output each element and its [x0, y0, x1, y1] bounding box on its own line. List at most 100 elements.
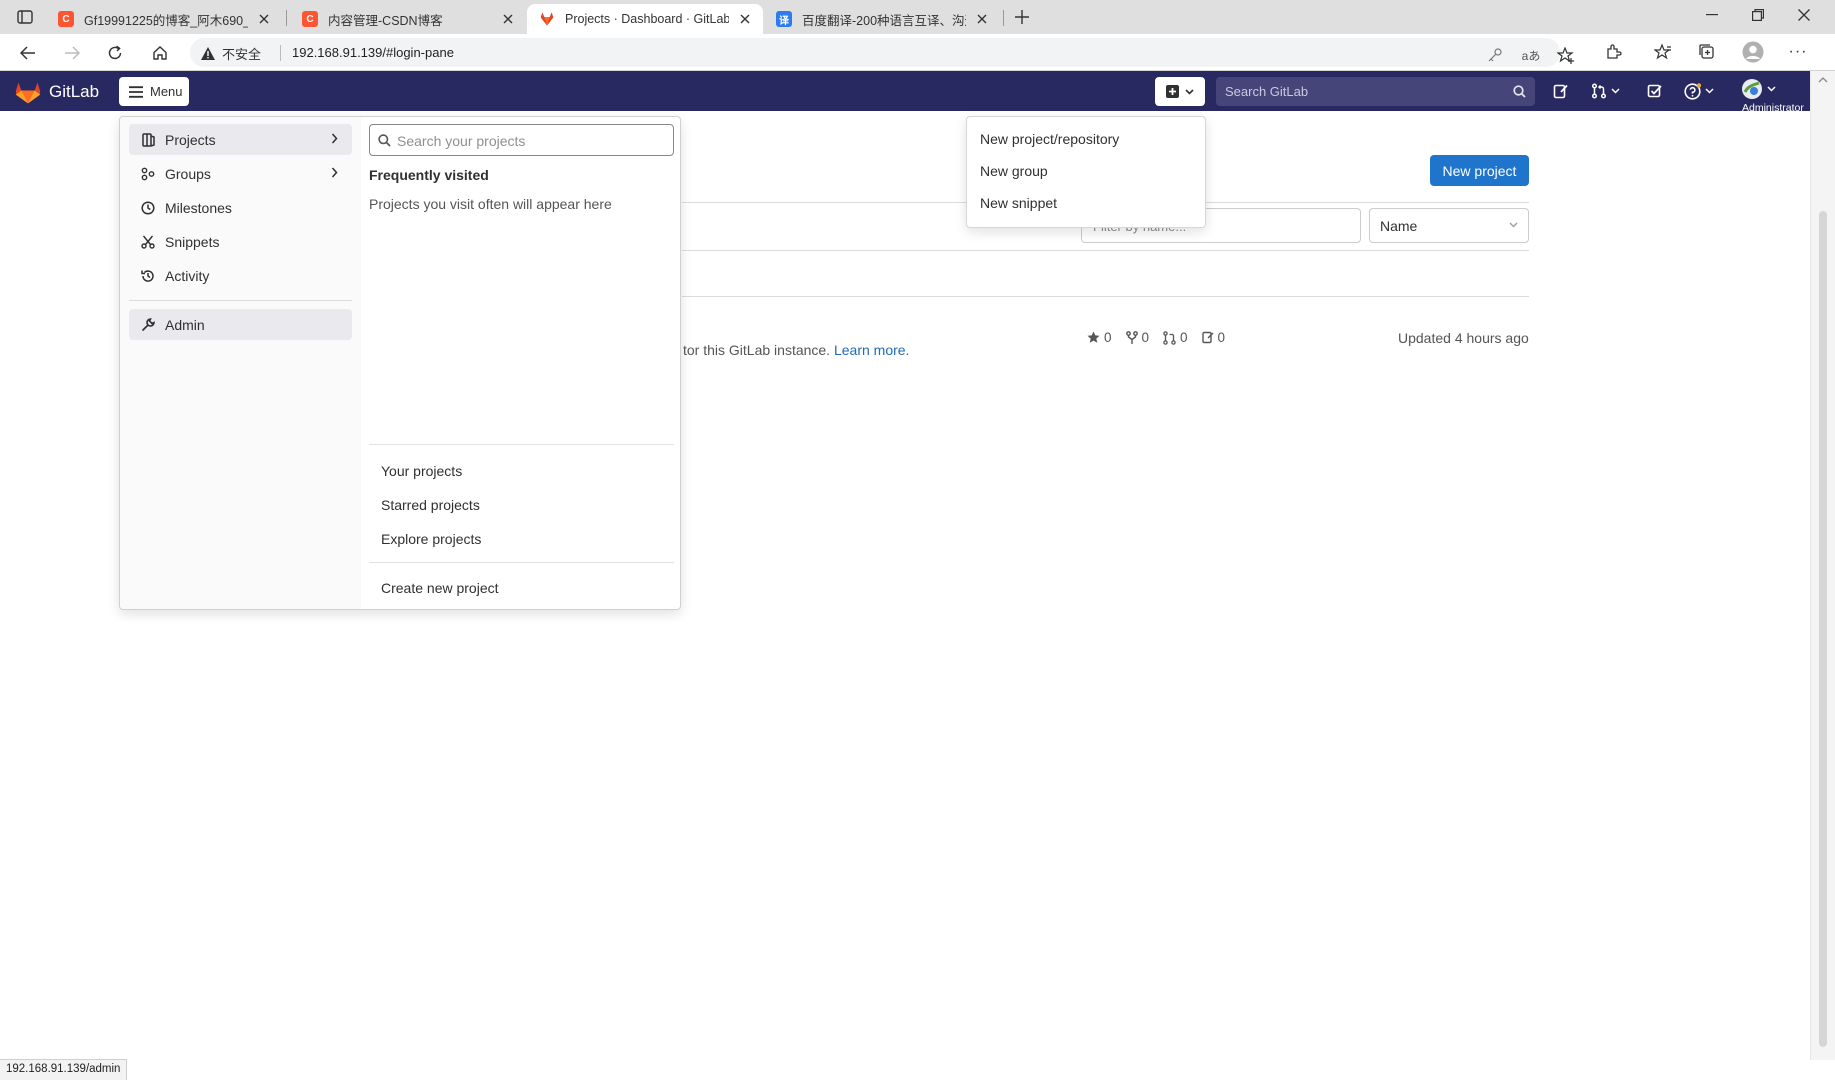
- gitlab-search-input[interactable]: Search GitLab: [1216, 77, 1535, 106]
- chevron-down-icon: [1185, 88, 1194, 95]
- browser-tab-1[interactable]: C Gf19991225的博客_阿木690_CSDN: [46, 4, 282, 34]
- favorite-add-icon[interactable]: [1555, 45, 1577, 65]
- main-menu-button[interactable]: Menu: [119, 77, 189, 106]
- tab-title: Projects · Dashboard · GitLab: [565, 12, 729, 26]
- tab-close-icon[interactable]: [500, 11, 516, 27]
- menu-item-projects[interactable]: Projects: [129, 124, 352, 155]
- chevron-right-icon: [331, 167, 338, 178]
- explore-projects-link[interactable]: Explore projects: [381, 531, 481, 547]
- create-new-project-link[interactable]: Create new project: [381, 580, 499, 596]
- home-button[interactable]: [146, 40, 174, 66]
- minimize-button[interactable]: [1689, 2, 1735, 28]
- issues-count[interactable]: 0: [1201, 330, 1225, 345]
- tab-actions-icon[interactable]: [14, 8, 36, 26]
- menu-label: Menu: [150, 84, 183, 99]
- chevron-down-icon: [1767, 86, 1776, 92]
- baidu-translate-favicon-icon: 译: [776, 11, 792, 27]
- user-avatar-icon: [1742, 79, 1762, 99]
- sort-select[interactable]: Name: [1369, 208, 1529, 243]
- chevron-down-icon: [1611, 88, 1620, 94]
- refresh-button[interactable]: [101, 40, 129, 66]
- security-warning[interactable]: 不安全: [200, 44, 261, 63]
- menu-item-activity[interactable]: Activity: [129, 260, 352, 291]
- scissors-icon: [140, 234, 156, 250]
- help-icon[interactable]: [1684, 81, 1714, 101]
- forward-button[interactable]: [58, 40, 86, 66]
- more-options-icon[interactable]: ···: [1787, 42, 1809, 62]
- new-dropdown-button[interactable]: [1155, 77, 1205, 106]
- address-bar[interactable]: 不安全 192.168.91.139/#login-pane aあ: [190, 38, 1574, 67]
- todos-icon[interactable]: [1647, 81, 1663, 101]
- plus-square-icon: [1166, 85, 1179, 98]
- tab-title: 百度翻译-200种语言互译、沟通全: [802, 13, 966, 28]
- link-status-bar: 192.168.91.139/admin: [0, 1059, 128, 1080]
- sort-value: Name: [1380, 218, 1418, 234]
- menu-item-snippets[interactable]: Snippets: [129, 226, 352, 257]
- key-icon[interactable]: [1484, 45, 1506, 65]
- new-group-item[interactable]: New group: [980, 163, 1048, 179]
- close-window-button[interactable]: [1781, 2, 1827, 28]
- menu-divider: [369, 562, 674, 563]
- scrollbar-thumb[interactable]: [1819, 211, 1827, 1047]
- frequently-visited-title: Frequently visited: [369, 167, 489, 183]
- scroll-up-icon: [1818, 77, 1828, 83]
- starred-projects-link[interactable]: Starred projects: [381, 497, 480, 513]
- tab-separator: [1003, 10, 1004, 26]
- search-icon: [1513, 85, 1526, 98]
- gitlab-favicon-icon: [539, 11, 555, 27]
- browser-tab-4[interactable]: 译 百度翻译-200种语言互译、沟通全: [764, 4, 1000, 34]
- csdn-favicon-icon: C: [302, 11, 318, 27]
- search-your-projects-input[interactable]: Search your projects: [369, 124, 674, 156]
- menu-item-groups[interactable]: Groups: [129, 158, 352, 189]
- url-divider: [280, 45, 281, 61]
- tab-close-icon[interactable]: [737, 11, 753, 27]
- forks-count[interactable]: 0: [1125, 330, 1149, 345]
- favorites-icon[interactable]: [1652, 42, 1674, 62]
- browser-tab-3-active[interactable]: Projects · Dashboard · GitLab: [527, 4, 763, 34]
- profile-avatar[interactable]: [1742, 41, 1764, 63]
- admin-username: Administrator: [1742, 102, 1804, 114]
- menu-item-milestones[interactable]: Milestones: [129, 192, 352, 223]
- tab-title: 内容管理-CSDN博客: [328, 13, 443, 28]
- extensions-icon[interactable]: [1603, 42, 1625, 62]
- fork-icon: [1125, 330, 1138, 344]
- project-updated-time: Updated 4 hours ago: [1398, 330, 1529, 346]
- menu-divider: [129, 300, 352, 301]
- menu-item-admin[interactable]: Admin: [129, 309, 352, 340]
- collections-icon[interactable]: [1696, 42, 1718, 62]
- url-text[interactable]: 192.168.91.139/#login-pane: [292, 45, 454, 60]
- browser-tab-2[interactable]: C 内容管理-CSDN博客: [290, 4, 526, 34]
- tab-close-icon[interactable]: [974, 11, 990, 27]
- new-project-button[interactable]: New project: [1430, 155, 1529, 186]
- user-avatar-button[interactable]: [1741, 79, 1776, 99]
- your-projects-link[interactable]: Your projects: [381, 463, 462, 479]
- new-tab-button[interactable]: [1010, 6, 1034, 28]
- new-snippet-item[interactable]: New snippet: [980, 195, 1057, 211]
- browser-toolbar: 不安全 192.168.91.139/#login-pane aあ ···: [0, 34, 1835, 71]
- merge-requests-count[interactable]: 0: [1163, 330, 1188, 345]
- read-aloud-icon[interactable]: aあ: [1520, 45, 1542, 65]
- learn-more-link[interactable]: Learn more.: [834, 342, 909, 358]
- main-menu-dropdown: Projects Groups Milestones Snippets Acti…: [119, 116, 681, 610]
- chevron-right-icon: [331, 133, 338, 144]
- restore-button[interactable]: [1735, 2, 1781, 28]
- gitlab-logo-icon: [15, 82, 41, 104]
- new-project-repository-item[interactable]: New project/repository: [980, 131, 1119, 147]
- issues-icon[interactable]: [1553, 81, 1569, 101]
- search-placeholder: Search GitLab: [1225, 84, 1309, 99]
- gitlab-header: GitLab Menu Search GitLab Administrator: [0, 71, 1810, 114]
- gitlab-home-link[interactable]: GitLab: [15, 80, 99, 104]
- divider: [682, 296, 1529, 297]
- history-icon: [140, 268, 156, 284]
- browser-tab-strip: C Gf19991225的博客_阿木690_CSDN C 内容管理-CSDN博客…: [0, 0, 1835, 34]
- back-button[interactable]: [14, 40, 42, 66]
- merge-requests-icon[interactable]: [1591, 81, 1620, 101]
- menu-projects-panel: Search your projects Frequently visited …: [369, 117, 681, 609]
- tab-close-icon[interactable]: [256, 11, 272, 27]
- project-icon: [140, 132, 156, 148]
- gitlab-brand: GitLab: [49, 82, 100, 101]
- hamburger-icon: [129, 85, 143, 98]
- csdn-favicon-icon: C: [58, 11, 74, 27]
- stars-count[interactable]: 0: [1087, 330, 1112, 345]
- page-scrollbar[interactable]: [1810, 71, 1835, 1060]
